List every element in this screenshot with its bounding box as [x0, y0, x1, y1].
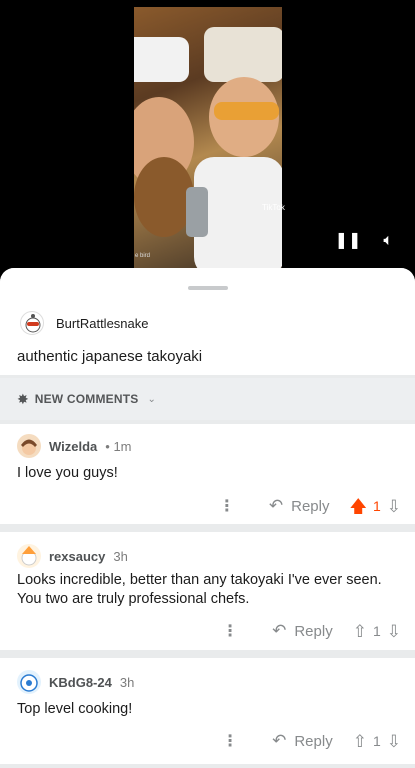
comment-body: Looks incredible, better than any takoya… [17, 572, 382, 607]
post-title: authentic japanese takoyaki [17, 348, 203, 365]
reply-label: Reply [294, 732, 333, 750]
avatar[interactable] [20, 311, 44, 335]
avatar[interactable] [17, 434, 41, 458]
upvote-icon[interactable]: ⇧ [353, 733, 367, 750]
downvote-icon[interactable]: ⇩ [387, 623, 401, 640]
sort-label: NEW COMMENTS [34, 392, 139, 406]
vote-count: 1 [372, 498, 381, 514]
comment-username[interactable]: KBdG8-24 [49, 675, 112, 690]
upvote-icon[interactable]: 🡅 [349, 498, 366, 515]
upvote-icon[interactable]: ⇧ [353, 623, 367, 640]
pause-icon[interactable]: ❚❚ [335, 233, 362, 249]
new-comments-sort[interactable]: ✸ NEW COMMENTS ⌄ [0, 378, 415, 420]
more-options-icon[interactable]: ⋮ [219, 496, 235, 516]
avatar[interactable] [17, 670, 41, 694]
downvote-icon[interactable]: ⇩ [387, 498, 401, 515]
comment-body: Top level cooking! [17, 701, 133, 717]
reply-icon: ↶ [272, 731, 287, 750]
post-header: BurtRattlesnake authentic japanese takoy… [0, 268, 415, 375]
comment: rexsaucy 3h Looks incredible, better tha… [0, 532, 415, 650]
video-frame[interactable] [134, 7, 282, 269]
reply-label: Reply [294, 622, 333, 640]
post-author-name[interactable]: BurtRattlesnake [56, 316, 149, 331]
chevron-down-icon: ⌄ [147, 393, 156, 405]
sparkle-icon: ✸ [17, 390, 29, 407]
reply-icon: ↶ [272, 621, 287, 640]
more-options-icon[interactable]: ⋮ [222, 731, 238, 751]
drag-handle[interactable] [188, 286, 228, 290]
reply-button[interactable]: ↶ Reply [272, 621, 333, 641]
more-options-icon[interactable]: ⋮ [222, 621, 238, 641]
video-player[interactable]: TikTok e bird ❚❚ 🔈︎ [0, 0, 415, 285]
reply-icon: ↶ [268, 496, 284, 515]
vote-count: 1 [372, 623, 381, 639]
comment-timestamp: 3h [119, 674, 135, 690]
comments-sheet: BurtRattlesnake authentic japanese takoy… [0, 268, 415, 768]
reply-label: Reply [291, 497, 330, 515]
volume-icon[interactable]: 🔈︎ [383, 233, 393, 249]
downvote-icon[interactable]: ⇩ [387, 733, 401, 750]
video-caption-tag: e bird [135, 253, 151, 259]
tiktok-watermark: TikTok [262, 203, 285, 212]
comment-body: I love you guys! [17, 465, 118, 481]
avatar[interactable] [17, 544, 41, 568]
comment-username[interactable]: Wizelda [49, 439, 97, 454]
comment: KBdG8-24 3h Top level cooking! ⋮ ↶ Reply… [0, 658, 415, 764]
vote-count: 1 [372, 733, 381, 749]
reply-button[interactable]: ↶ Reply [272, 731, 333, 751]
reply-button[interactable]: ↶ Reply [269, 496, 330, 516]
comment-username[interactable]: rexsaucy [49, 549, 105, 564]
comment: Wizelda • 1m I love you guys! ⋮ ↶ Reply … [0, 424, 415, 524]
comment-timestamp: • 1m [105, 438, 132, 454]
comment-timestamp: 3h [113, 548, 128, 564]
